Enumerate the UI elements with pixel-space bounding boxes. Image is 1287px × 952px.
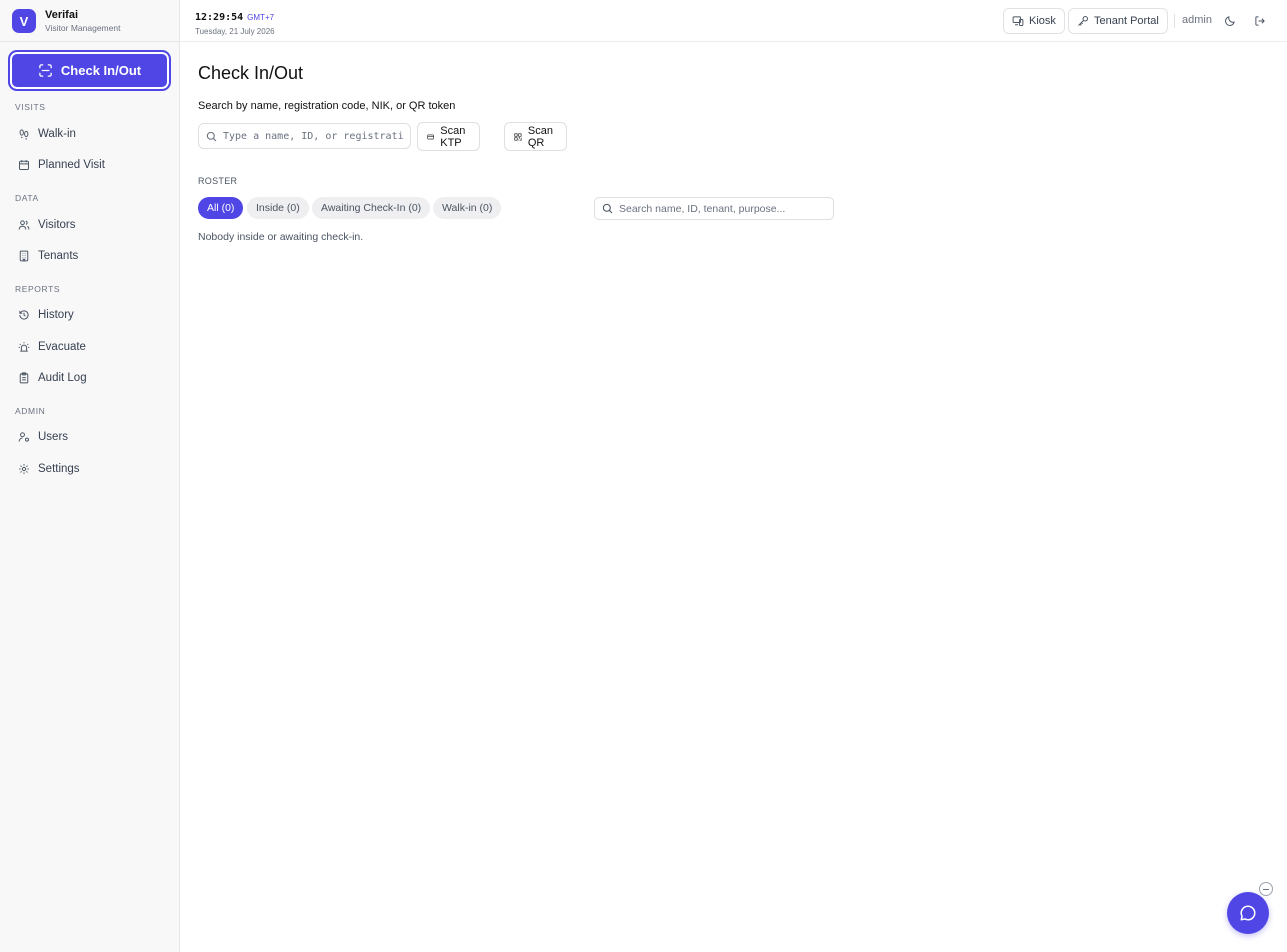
sidebar-item-label: Users [38,431,69,443]
tenant-portal-button[interactable]: Tenant Portal [1068,8,1168,34]
divider [1174,14,1175,28]
clock: 12:29:54 GMT+7 Tuesday, 21 July 2026 [195,9,275,36]
check-in-out-button[interactable]: Check In/Out [8,50,171,91]
search-icon [602,203,613,214]
qr-code-icon [514,132,522,141]
calendar-icon [19,160,29,170]
gear-icon [19,464,29,474]
roster-search-input[interactable] [619,202,829,215]
page-title: Check In/Out [198,63,304,83]
sidebar-item-label: Settings [38,463,80,475]
sidebar-item-label: Evacuate [38,341,86,353]
scan-icon [39,64,52,77]
sidebar-item-tenants[interactable]: Tenants [8,243,171,269]
user-key-icon [18,432,29,442]
sidebar-item-settings[interactable]: Settings [8,456,171,482]
section-admin: ADMIN [15,406,46,416]
chat-bubble-icon [1240,905,1256,921]
clock-timezone: GMT+7 [247,13,275,22]
clock-time: 12:29:54 [195,12,244,23]
section-data: DATA [15,193,39,203]
moon-icon [1225,16,1235,26]
users-icon [18,220,30,230]
brand-subtitle: Visitor Management [45,22,121,33]
divider [0,41,179,42]
sidebar-item-label: Planned Visit [38,159,105,171]
search-label: Search by name, registration code, NIK, … [198,100,456,112]
sidebar-item-label: Tenants [38,250,79,262]
filter-inside[interactable]: Inside (0) [247,197,309,219]
empty-state-message: Nobody inside or awaiting check-in. [198,231,364,243]
key-icon [1078,16,1088,26]
chat-button[interactable] [1227,892,1269,934]
section-reports: REPORTS [15,284,61,294]
sidebar-item-label: History [38,309,74,321]
sidebar-item-history[interactable]: History [8,302,171,328]
scan-qr-button[interactable]: Scan QR [504,122,568,151]
sidebar-item-users[interactable]: Users [8,424,171,450]
monitor-icon [1012,16,1024,26]
topbar: 12:29:54 GMT+7 Tuesday, 21 July 2026 Kios… [180,0,1287,42]
kiosk-button[interactable]: Kiosk [1003,8,1065,34]
clock-date: Tuesday, 21 July 2026 [195,27,275,36]
logout-icon [1255,16,1265,26]
minus-icon [1263,888,1269,890]
filter-all[interactable]: All (0) [198,197,244,219]
scan-ktp-label: Scan KTP [440,124,466,149]
sidebar-item-label: Audit Log [38,372,87,384]
logout-button[interactable] [1252,13,1268,29]
brand-name: Verifai [45,8,79,21]
sidebar-item-visitors[interactable]: Visitors [8,212,171,238]
kiosk-label: Kiosk [1029,15,1056,27]
scan-ktp-button[interactable]: Scan KTP [417,122,481,151]
search-icon [206,131,217,141]
clipboard-icon [19,372,29,384]
brand[interactable]: V Verifai Visitor Management [12,8,120,34]
theme-toggle-button[interactable] [1222,13,1238,29]
roster-heading: ROSTER [198,176,238,186]
sidebar-item-evacuate[interactable]: Evacuate [8,334,171,360]
filter-walk-in[interactable]: Walk-in (0) [433,197,502,219]
siren-icon [18,342,30,352]
sidebar-item-planned-visit[interactable]: Planned Visit [8,152,171,178]
user-name[interactable]: admin [1182,14,1212,26]
sidebar: V Verifai Visitor Management Check In/Ou… [0,0,180,952]
id-card-icon [427,134,434,139]
section-visits: VISITS [15,102,46,112]
sidebar-item-audit-log[interactable]: Audit Log [8,365,171,391]
roster-search-field[interactable] [594,197,834,220]
building-icon [19,250,29,262]
check-in-out-label: Check In/Out [60,63,142,78]
sidebar-item-walk-in[interactable]: Walk-in [8,121,171,147]
scan-qr-label: Scan QR [527,124,553,149]
filter-awaiting-check-in[interactable]: Awaiting Check-In (0) [312,197,431,219]
sidebar-item-label: Visitors [38,219,76,231]
search-field[interactable] [198,123,411,149]
brand-logo: V [12,9,36,33]
history-icon [19,310,29,320]
footprints-icon [19,129,29,140]
tenant-portal-label: Tenant Portal [1094,15,1159,27]
search-input[interactable] [223,130,403,142]
chat-minimize-button[interactable] [1259,882,1273,896]
sidebar-item-label: Walk-in [38,128,76,140]
